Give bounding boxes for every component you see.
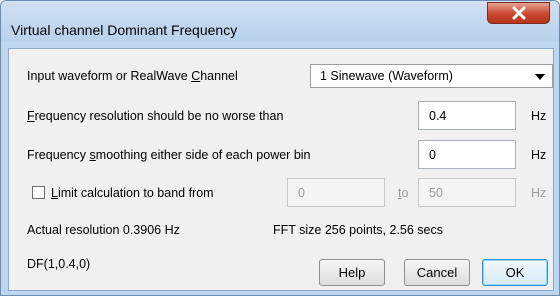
band-to-label: to bbox=[398, 186, 409, 200]
window-title: Virtual channel Dominant Frequency bbox=[11, 22, 238, 38]
input-waveform-select[interactable]: 1 Sinewave (Waveform) bbox=[310, 64, 553, 88]
cancel-button[interactable]: Cancel bbox=[404, 259, 470, 286]
band-to-input[interactable]: 50 bbox=[418, 178, 516, 207]
frequency-smoothing-label: Frequency smoothing either side of each … bbox=[27, 148, 311, 162]
dialog-window: Virtual channel Dominant Frequency Input… bbox=[0, 0, 560, 296]
frequency-resolution-value: 0.4 bbox=[429, 109, 447, 123]
frequency-smoothing-unit: Hz bbox=[531, 148, 547, 162]
frequency-smoothing-input[interactable]: 0 bbox=[418, 140, 516, 169]
limit-band-checkbox[interactable] bbox=[32, 186, 45, 199]
dialog-body: Input waveform or RealWave Channel 1 Sin… bbox=[8, 48, 554, 291]
frequency-resolution-unit: Hz bbox=[531, 109, 547, 123]
input-waveform-value: 1 Sinewave (Waveform) bbox=[320, 69, 453, 83]
close-button[interactable] bbox=[487, 2, 550, 24]
band-unit: Hz bbox=[531, 186, 547, 200]
formula-text: DF(1,0.4,0) bbox=[27, 257, 91, 271]
limit-band-label[interactable]: Limit calculation to band from bbox=[51, 186, 214, 200]
input-waveform-label: Input waveform or RealWave Channel bbox=[27, 69, 238, 83]
title-bar[interactable]: Virtual channel Dominant Frequency bbox=[1, 1, 559, 41]
chevron-down-icon[interactable] bbox=[535, 74, 545, 80]
band-from-input[interactable]: 0 bbox=[287, 178, 385, 207]
frequency-resolution-input[interactable]: 0.4 bbox=[418, 101, 516, 130]
fft-size-text: FFT size 256 points, 2.56 secs bbox=[273, 223, 443, 237]
ok-button[interactable]: OK bbox=[482, 259, 548, 286]
actual-resolution-text: Actual resolution 0.3906 Hz bbox=[27, 223, 180, 237]
close-icon bbox=[512, 6, 525, 20]
band-from-value: 0 bbox=[298, 186, 305, 200]
help-button[interactable]: Help bbox=[319, 259, 385, 286]
band-to-value: 50 bbox=[429, 186, 443, 200]
frequency-resolution-label: Frequency resolution should be no worse … bbox=[27, 109, 284, 123]
frequency-smoothing-value: 0 bbox=[429, 148, 436, 162]
